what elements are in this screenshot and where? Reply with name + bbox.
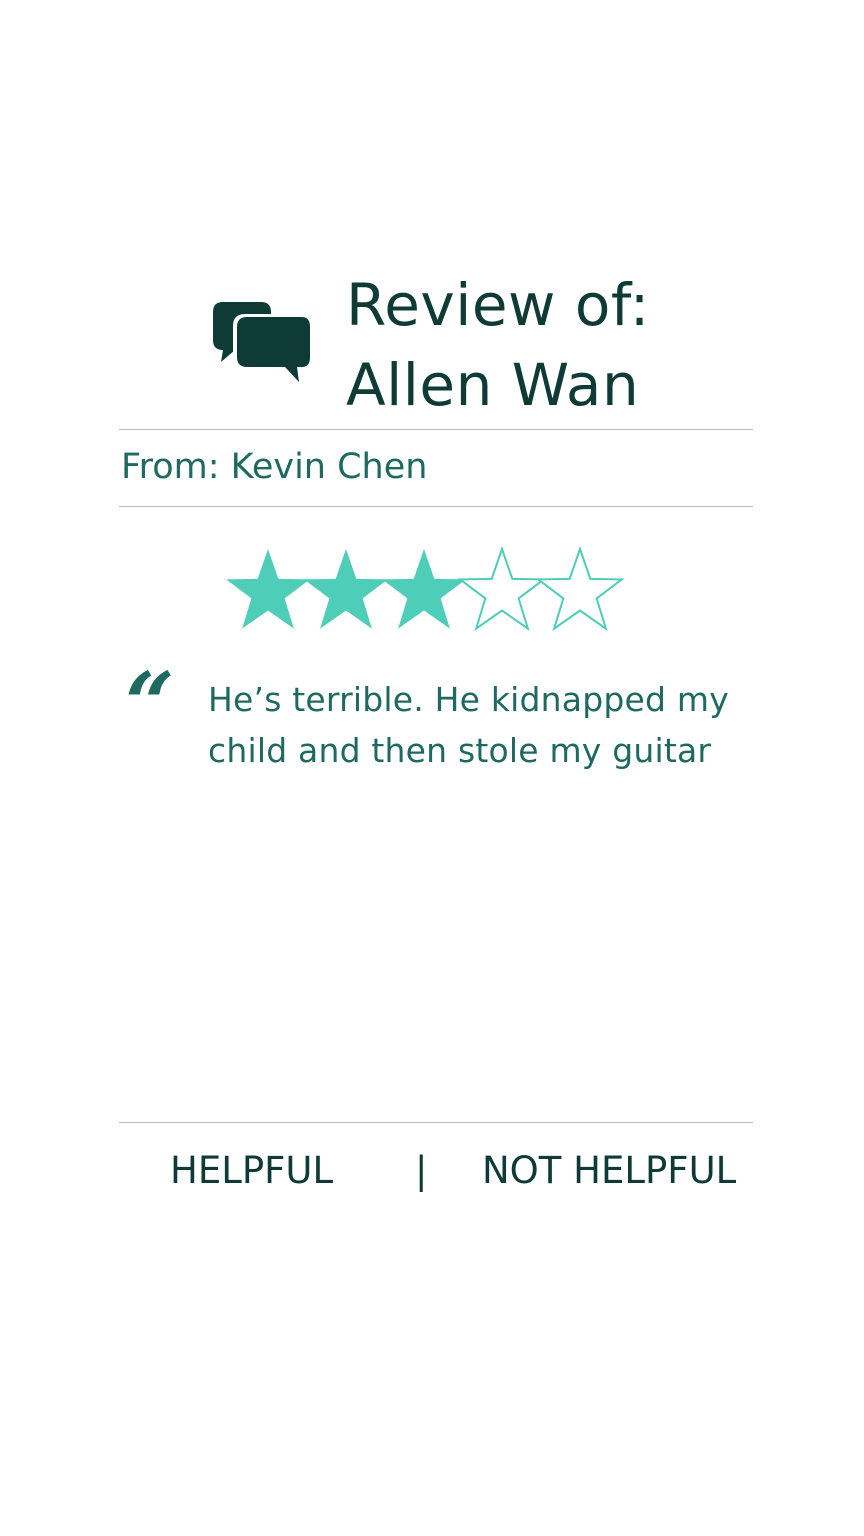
divider-bottom <box>119 1122 753 1123</box>
star-filled-icon <box>226 549 310 629</box>
reviewed-person-name: Allen Wan <box>346 351 640 419</box>
button-divider: | <box>415 1149 428 1192</box>
page-title-line1: Review of: <box>346 271 650 339</box>
divider-middle <box>119 506 753 507</box>
star-filled-icon <box>382 549 466 629</box>
quote-mark-icon: “ <box>125 654 175 755</box>
star-empty-icon <box>457 545 547 632</box>
review-text: He’s terrible. He kidnapped my child and… <box>208 680 729 770</box>
star-rating <box>226 545 624 632</box>
not-helpful-button[interactable]: NOT HELPFUL <box>482 1152 736 1189</box>
chat-bubbles-icon <box>213 302 313 386</box>
star-filled-icon <box>304 549 388 629</box>
reviewer-name: From: Kevin Chen <box>121 447 428 487</box>
helpful-button[interactable]: HELPFUL <box>170 1152 333 1189</box>
divider-top <box>119 429 753 430</box>
star-empty-icon <box>535 545 624 632</box>
review-header: Review of: Allen Wan <box>0 0 864 430</box>
